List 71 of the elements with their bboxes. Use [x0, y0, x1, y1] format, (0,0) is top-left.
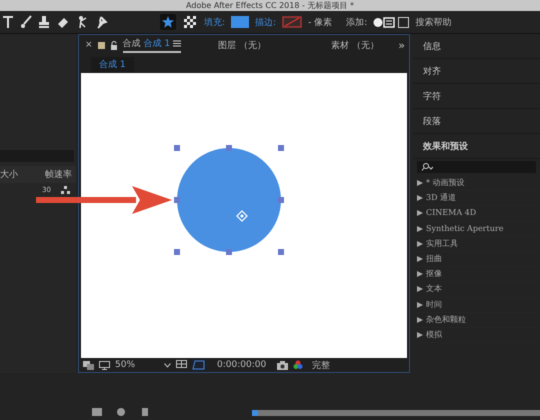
resolution-dropdown[interactable]: 完整 [312, 358, 330, 372]
composition-tab[interactable]: 合成 合成 1 [122, 37, 182, 53]
effect-category[interactable]: * 动画预设 [426, 176, 465, 190]
fill-label: 填充: [204, 16, 226, 28]
breadcrumb-button[interactable]: 合成 1 [91, 56, 134, 72]
search-icon [421, 163, 433, 171]
effect-category[interactable]: Synthetic Aperture [426, 222, 504, 236]
effect-category[interactable]: 扭曲 [426, 252, 442, 266]
overflow-button[interactable]: » [398, 38, 405, 52]
eraser-icon[interactable] [56, 15, 70, 29]
column-header[interactable]: 帧速率 [45, 168, 72, 181]
effect-category[interactable]: 杂色和颗粒 [426, 312, 466, 327]
expand-triangle-icon[interactable] [417, 226, 423, 232]
effect-category[interactable]: 模拟 [426, 328, 442, 342]
selected-circle-layer[interactable] [174, 145, 284, 255]
panel-header[interactable]: 信息 [423, 40, 441, 52]
time-navigator-thumb[interactable] [252, 410, 258, 416]
brush-icon[interactable] [20, 15, 32, 29]
stamp-icon[interactable] [38, 15, 50, 29]
grid-guides-icon[interactable] [176, 360, 187, 370]
expand-triangle-icon[interactable] [417, 256, 423, 262]
footage-tab[interactable]: 素材 （无） [331, 38, 379, 52]
mask-outline-icon[interactable] [192, 359, 206, 371]
expand-triangle-icon[interactable] [417, 240, 423, 247]
stroke-label: 描边: [255, 16, 276, 28]
timeline-tool-icon[interactable] [140, 408, 150, 416]
expand-triangle-icon[interactable] [417, 332, 423, 338]
flowchart-icon[interactable] [61, 186, 70, 194]
pin-icon[interactable] [96, 15, 108, 29]
expand-triangle-icon[interactable] [417, 210, 423, 216]
effect-category[interactable]: 实用工具 [426, 236, 458, 251]
timeline-tool-icon[interactable] [116, 408, 126, 416]
panel-header[interactable]: 字符 [423, 90, 441, 102]
zoom-dropdown[interactable]: 50% [115, 360, 159, 370]
expand-triangle-icon[interactable] [417, 286, 423, 292]
close-button[interactable]: × [85, 40, 93, 50]
region-icon[interactable] [83, 360, 94, 370]
color-label-icon [98, 42, 105, 48]
panel-header[interactable]: 对齐 [423, 64, 441, 78]
add-label: 添加: [346, 16, 368, 28]
color-channels-icon[interactable] [293, 360, 304, 370]
panel-header[interactable]: 段落 [423, 114, 441, 128]
menu-icon[interactable] [173, 40, 182, 47]
effect-category[interactable]: 文本 [426, 282, 442, 296]
camera-icon[interactable] [277, 360, 288, 370]
expand-triangle-icon[interactable] [417, 302, 423, 308]
window-title: Adobe After Effects CC 2018 - 无标题项目 * [186, 0, 354, 10]
fill-color-swatch[interactable] [231, 16, 250, 28]
monitor-icon[interactable] [99, 360, 110, 370]
layer-tab[interactable]: 图层 （无） [218, 38, 266, 52]
expand-triangle-icon[interactable] [417, 316, 423, 323]
lock-icon[interactable] [110, 40, 118, 50]
stroke-width-label: - 像素 [308, 16, 332, 28]
caret-icon[interactable] [164, 362, 171, 368]
effects-search-field[interactable] [417, 161, 536, 173]
effect-category[interactable]: CINEMA 4D [426, 206, 476, 220]
effect-category[interactable]: 时间 [426, 298, 442, 312]
search-help-label: 搜索帮助 [415, 16, 452, 28]
stroke-swatch[interactable] [282, 16, 302, 28]
effect-category[interactable]: 3D 通道 [426, 191, 456, 206]
column-header[interactable]: 大小 [0, 168, 18, 181]
panel-header[interactable]: 效果和预设 [423, 140, 468, 152]
timecode[interactable]: 0:00:00:00 [217, 360, 266, 370]
add-mask-icon[interactable] [373, 16, 396, 28]
expand-triangle-icon[interactable] [417, 271, 423, 278]
text-tool-icon[interactable] [2, 15, 14, 29]
expand-triangle-icon[interactable] [417, 180, 423, 186]
star-tool-icon[interactable] [160, 14, 176, 30]
effect-category[interactable]: 抠像 [426, 267, 442, 282]
expand-triangle-icon[interactable] [417, 195, 423, 202]
search-help-checkbox[interactable] [398, 16, 410, 28]
